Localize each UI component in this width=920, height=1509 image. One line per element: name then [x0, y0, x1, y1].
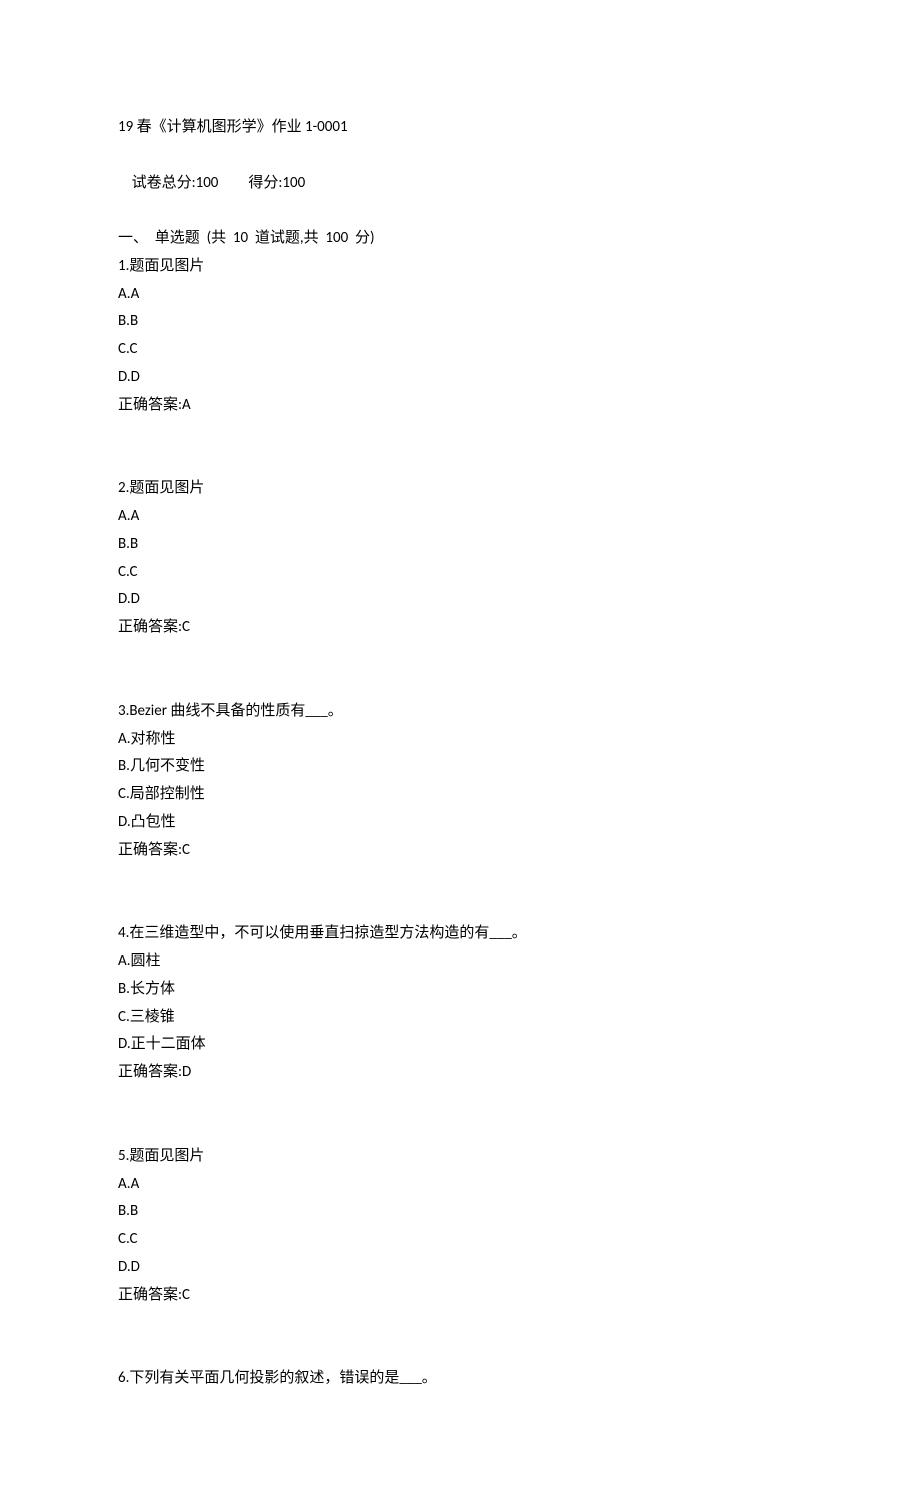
question-option: A.A: [118, 1171, 802, 1199]
question-option: B.长方体: [118, 976, 802, 1004]
question-option: B.B: [118, 308, 802, 336]
question-option: D.正十二面体: [118, 1031, 802, 1059]
obtained-score-label: 得分:: [248, 174, 282, 192]
question-option: C.C: [118, 559, 802, 587]
total-score-label: 试卷总分:: [132, 174, 196, 192]
question-option: B.B: [118, 1198, 802, 1226]
question-option: B.几何不变性: [118, 753, 802, 781]
score-line: 试卷总分:100得分:100: [118, 142, 802, 225]
question-1: 1.题面见图片 A.A B.B C.C D.D 正确答案:A: [118, 253, 802, 420]
question-answer: 正确答案:D: [118, 1059, 802, 1087]
question-stem: 6.下列有关平面几何投影的叙述，错误的是___。: [118, 1365, 802, 1393]
total-score-value: 100: [196, 174, 219, 192]
question-stem: 4.在三维造型中，不可以使用垂直扫掠造型方法构造的有___。: [118, 920, 802, 948]
question-option: C.三棱锥: [118, 1004, 802, 1032]
question-option: C.局部控制性: [118, 781, 802, 809]
question-option: D.D: [118, 1254, 802, 1282]
question-option: A.A: [118, 281, 802, 309]
question-5: 5.题面见图片 A.A B.B C.C D.D 正确答案:C: [118, 1143, 802, 1310]
question-answer: 正确答案:C: [118, 837, 802, 865]
question-6: 6.下列有关平面几何投影的叙述，错误的是___。: [118, 1365, 802, 1393]
question-4: 4.在三维造型中，不可以使用垂直扫掠造型方法构造的有___。 A.圆柱 B.长方…: [118, 920, 802, 1087]
question-option: C.C: [118, 1226, 802, 1254]
question-option: A.A: [118, 503, 802, 531]
question-answer: 正确答案:C: [118, 1282, 802, 1310]
question-stem: 3.Bezier 曲线不具备的性质有___。: [118, 698, 802, 726]
question-option: D.D: [118, 586, 802, 614]
section-title: 一、 单选题 (共 10 道试题,共 100 分): [118, 225, 802, 253]
question-option: C.C: [118, 336, 802, 364]
obtained-score-value: 100: [282, 174, 305, 192]
question-2: 2.题面见图片 A.A B.B C.C D.D 正确答案:C: [118, 475, 802, 642]
question-option: A.圆柱: [118, 948, 802, 976]
question-option: A.对称性: [118, 726, 802, 754]
question-answer: 正确答案:C: [118, 614, 802, 642]
question-stem: 1.题面见图片: [118, 253, 802, 281]
question-option: D.D: [118, 364, 802, 392]
question-option: B.B: [118, 531, 802, 559]
exam-title: 19 春《计算机图形学》作业 1-0001: [118, 114, 802, 142]
question-3: 3.Bezier 曲线不具备的性质有___。 A.对称性 B.几何不变性 C.局…: [118, 698, 802, 865]
question-option: D.凸包性: [118, 809, 802, 837]
question-stem: 5.题面见图片: [118, 1143, 802, 1171]
question-stem: 2.题面见图片: [118, 475, 802, 503]
question-answer: 正确答案:A: [118, 392, 802, 420]
